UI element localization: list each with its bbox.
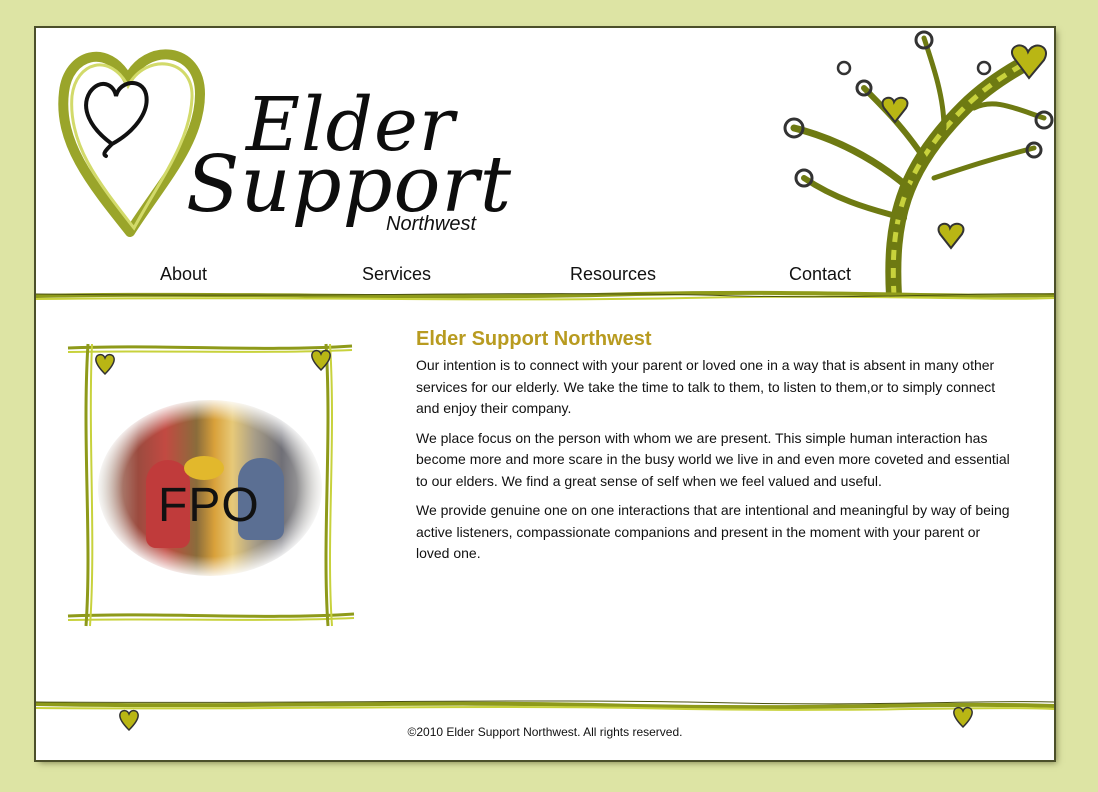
photo-frame: FPO bbox=[64, 340, 356, 630]
footer: ©2010 Elder Support Northwest. All right… bbox=[36, 725, 1054, 739]
nav-link-contact[interactable]: Contact bbox=[789, 264, 851, 285]
page-title: Elder Support Northwest bbox=[416, 328, 652, 350]
nav-link-about[interactable]: About bbox=[160, 264, 207, 285]
logo-line-northwest: Northwest bbox=[386, 213, 477, 235]
tree-icon bbox=[783, 30, 1054, 296]
focus-paragraph: We place focus on the person with whom w… bbox=[416, 429, 1010, 489]
fpo-label: FPO bbox=[158, 479, 260, 532]
page-container: Elder Support Northwest About Services R… bbox=[36, 28, 1054, 760]
nav-link-services[interactable]: Services bbox=[362, 264, 431, 285]
heart-icon bbox=[311, 349, 331, 372]
heart-icon bbox=[95, 353, 115, 376]
copyright-text: ©2010 Elder Support Northwest. All right… bbox=[407, 725, 683, 739]
nav-link-resources[interactable]: Resources bbox=[570, 264, 656, 285]
logo-wordmark: Elder Support Northwest bbox=[186, 88, 546, 248]
photo-flowers bbox=[184, 456, 224, 480]
main-content: Elder Support Northwest Our intention is… bbox=[416, 328, 1016, 573]
photo-placeholder: FPO bbox=[98, 400, 322, 576]
provide-paragraph: We provide genuine one on one interactio… bbox=[416, 502, 1010, 561]
intro-paragraph: Our intention is to connect with your pa… bbox=[416, 357, 996, 416]
footer-divider bbox=[36, 700, 1054, 711]
nav-divider bbox=[36, 290, 1054, 301]
